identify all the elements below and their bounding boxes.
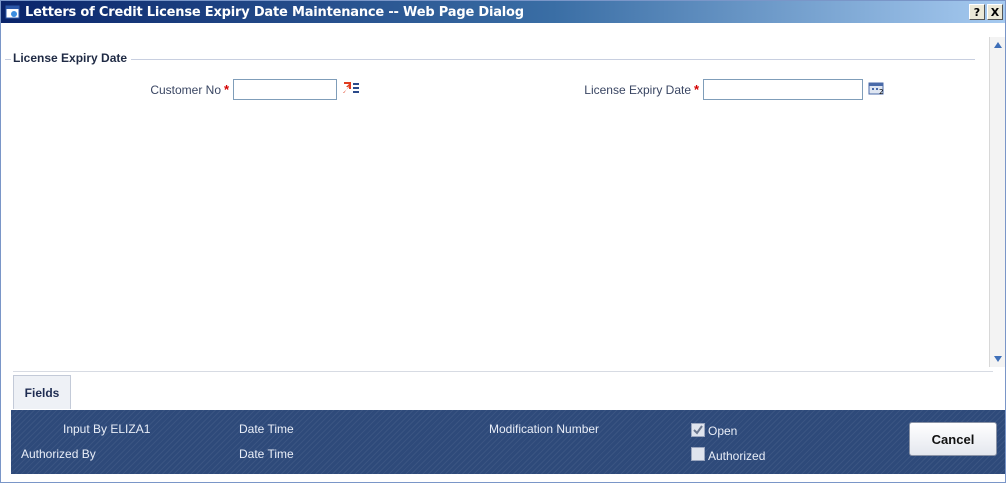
required-mark: * [694,82,700,97]
tab-divider [13,371,993,372]
section-legend: License Expiry Date [11,51,132,65]
customer-lov-button[interactable] [339,79,364,100]
modification-number-text: Modification Number [489,422,600,436]
list-of-values-icon [341,81,361,98]
dialog-window: Letters of Credit License Expiry Date Ma… [0,0,1006,483]
required-mark: * [224,82,230,97]
checkmark-icon [693,425,703,435]
fieldset-border [11,59,975,61]
help-button[interactable]: ? [969,4,985,20]
scroll-down-icon[interactable] [992,353,1004,365]
authorized-label: Authorized [708,449,766,463]
input-by-text: Input By ELIZA1 [63,422,151,436]
calendar-button[interactable]: 2 [865,79,890,100]
authorized-by-text: Authorized By [21,447,96,461]
close-button[interactable]: X [987,4,1003,20]
audit-footer: Input By ELIZA1 Authorized By Date Time … [11,410,1005,474]
date-time-input-text: Date Time [239,422,294,436]
ie-dialog-icon [5,4,21,20]
customer-no-row: Customer No * [121,79,364,100]
date-time-auth-text: Date Time [239,447,294,461]
authorized-checkbox[interactable] [691,447,705,461]
tab-fields[interactable]: Fields [13,375,71,409]
license-expiry-date-input[interactable] [703,79,864,100]
window-title: Letters of Credit License Expiry Date Ma… [25,4,524,20]
cancel-button[interactable]: Cancel [909,422,997,456]
vertical-scrollbar[interactable] [989,37,1005,367]
customer-no-label: Customer No [150,82,221,97]
open-checkbox[interactable] [691,423,705,437]
license-expiry-label: License Expiry Date [584,82,691,97]
svg-text:2: 2 [879,88,883,95]
license-expiry-row: License Expiry Date * 2 [541,79,890,100]
customer-no-input[interactable] [233,79,338,100]
open-label: Open [708,424,738,438]
scroll-up-icon[interactable] [992,39,1004,51]
calendar-icon: 2 [867,81,887,98]
title-bar: Letters of Credit License Expiry Date Ma… [1,1,1005,23]
